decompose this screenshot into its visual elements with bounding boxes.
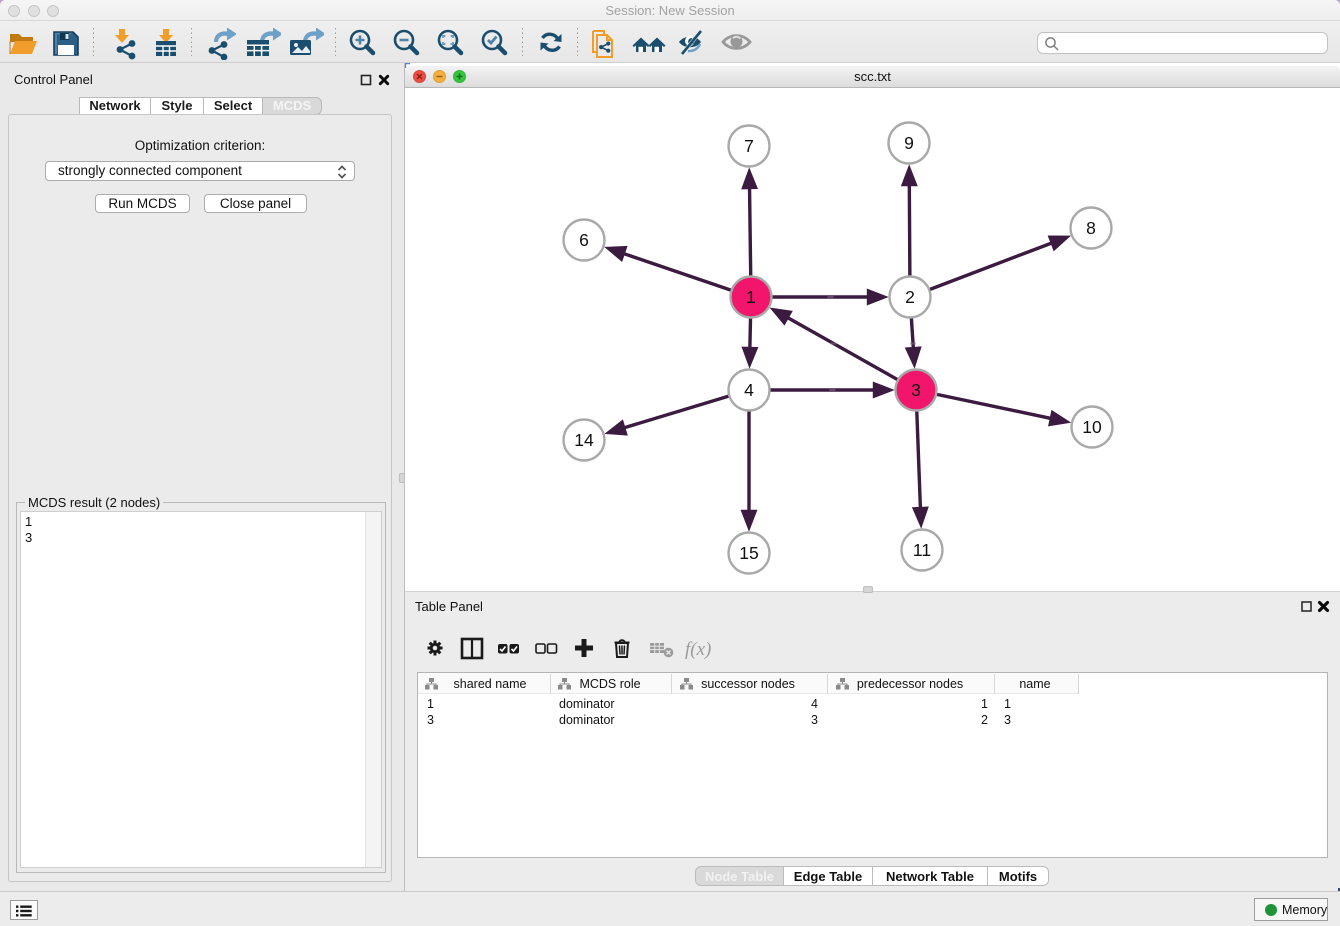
svg-text:6: 6 [579, 230, 589, 250]
svg-text:14: 14 [574, 430, 594, 450]
svg-text:15: 15 [739, 543, 758, 563]
svg-text:3: 3 [911, 380, 921, 400]
svg-text:10: 10 [1082, 417, 1102, 437]
svg-text:2: 2 [905, 287, 915, 307]
svg-text:11: 11 [913, 540, 931, 560]
svg-text:1: 1 [746, 287, 756, 307]
svg-text:7: 7 [744, 136, 754, 156]
svg-text:8: 8 [1086, 218, 1096, 238]
svg-text:f(x): f(x) [685, 639, 711, 660]
svg-text:4: 4 [744, 380, 754, 400]
svg-text:9: 9 [904, 133, 914, 153]
